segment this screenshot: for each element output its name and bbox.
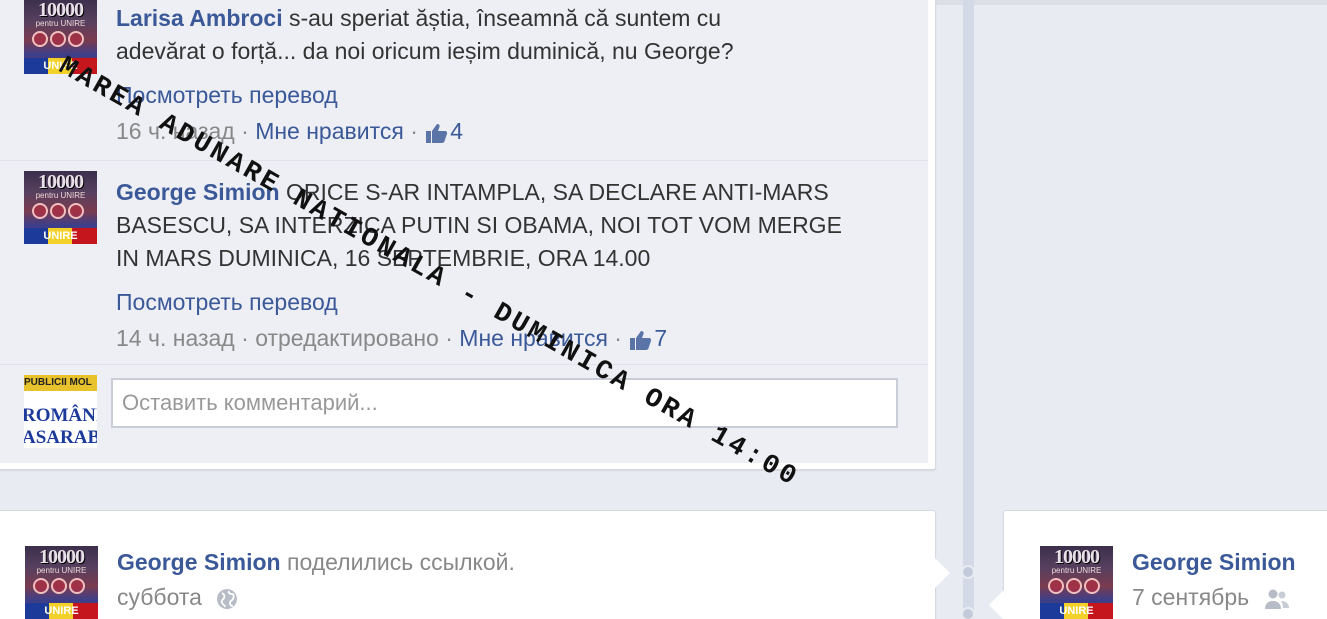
see-translation-link[interactable]: Посмотреть перевод	[116, 79, 734, 112]
like-count-value: 4	[450, 118, 464, 144]
avatar-text: ASARABI	[24, 427, 97, 448]
avatar-decor	[1048, 578, 1105, 600]
edited-label[interactable]: отредактировано	[255, 325, 439, 351]
friends-icon[interactable]	[1264, 588, 1290, 610]
avatar-caption: UNIRE	[44, 605, 79, 617]
post-date[interactable]: суббота	[117, 584, 202, 610]
comment-time[interactable]: 14 ч. назад	[116, 325, 235, 351]
post-panel: 10000 pentru UNIRE UNIRE Larisa Ambroci …	[0, 0, 936, 470]
timeline-dot	[961, 565, 975, 579]
post-header: George Simion поделились ссылкой.	[117, 549, 515, 576]
comment-input[interactable]: Оставить комментарий...	[111, 378, 898, 428]
comment-composer: PUBLICII MOL ROMÂNI ASARABI Оставить ком…	[0, 365, 928, 463]
avatar-caption: UNIRE	[43, 230, 78, 242]
thumbs-up-icon	[630, 330, 652, 350]
avatar-subtext: pentru UNIRE	[1051, 566, 1102, 575]
avatar[interactable]: 10000 pentru UNIRE UNIRE	[1040, 546, 1113, 619]
post-author[interactable]: George Simion	[1132, 549, 1296, 576]
comment-text: adevărat o forță... da noi oricum ieșim …	[116, 38, 734, 64]
avatar-decor	[32, 31, 89, 53]
card-pointer	[989, 590, 1004, 619]
comment-text: ORICE S-AR INTAMPLA, SA DECLARE ANTI-MAR…	[285, 179, 829, 205]
avatar-text: 10000	[1054, 546, 1100, 568]
post-meta: 7 сентябрь	[1132, 584, 1290, 611]
comment-author[interactable]: Larisa Ambroci	[116, 5, 283, 31]
avatar-text: 10000	[38, 0, 84, 21]
post-date[interactable]: 7 сентябрь	[1132, 584, 1249, 610]
current-user-avatar: PUBLICII MOL ROMÂNI ASARABI	[24, 375, 97, 448]
timeline-dot	[961, 607, 975, 619]
comment-content: Larisa Ambroci s-au speriat ăștia, însea…	[116, 2, 734, 148]
avatar-decor	[32, 203, 89, 225]
post-meta: суббота	[117, 584, 238, 611]
avatar-text: ROMÂNI	[24, 405, 97, 426]
like-link[interactable]: Мне нравится	[255, 118, 404, 144]
card-pointer	[935, 558, 950, 588]
comments-list: 10000 pentru UNIRE UNIRE Larisa Ambroci …	[0, 0, 928, 463]
comment-text: s-au speriat ăștia, înseamnă că suntem c…	[288, 5, 722, 31]
comment-text: BASESCU, SA INTERZICA PUTIN SI OBAMA, NO…	[116, 212, 842, 238]
avatar[interactable]: 10000 pentru UNIRE UNIRE	[24, 171, 97, 244]
avatar-decor	[33, 578, 90, 600]
avatar-subtext: pentru UNIRE	[35, 19, 86, 28]
like-count-value: 7	[654, 325, 668, 351]
comment-text: IN MARS DUMINICA, 16 SEPTEMBRIE, ORA 14.…	[116, 245, 651, 271]
comment-meta: 14 ч. назад · отредактировано · Мне нрав…	[116, 325, 668, 351]
post-author[interactable]: George Simion	[117, 549, 281, 575]
avatar[interactable]: 10000 pentru UNIRE UNIRE	[25, 546, 98, 619]
thumbs-up-icon	[426, 123, 448, 143]
like-count[interactable]: 7	[628, 325, 667, 351]
avatar-subtext: pentru UNIRE	[36, 566, 87, 575]
avatar-text: PUBLICII MOL	[24, 375, 97, 391]
like-count[interactable]: 4	[424, 118, 463, 144]
avatar-text: 10000	[39, 546, 85, 568]
avatar-text: 10000	[38, 171, 84, 193]
post-action: поделились ссылкой.	[286, 549, 515, 575]
avatar-caption: UNIRE	[1059, 605, 1094, 617]
comment-content: George Simion ORICE S-AR INTAMPLA, SA DE…	[116, 176, 842, 355]
avatar-subtext: pentru UNIRE	[35, 191, 86, 200]
timeline-spine	[963, 0, 974, 619]
globe-icon[interactable]	[216, 588, 238, 610]
comment-item: 10000 pentru UNIRE UNIRE Larisa Ambroci …	[0, 0, 928, 161]
comment-item: 10000 pentru UNIRE UNIRE George Simion O…	[0, 161, 928, 365]
